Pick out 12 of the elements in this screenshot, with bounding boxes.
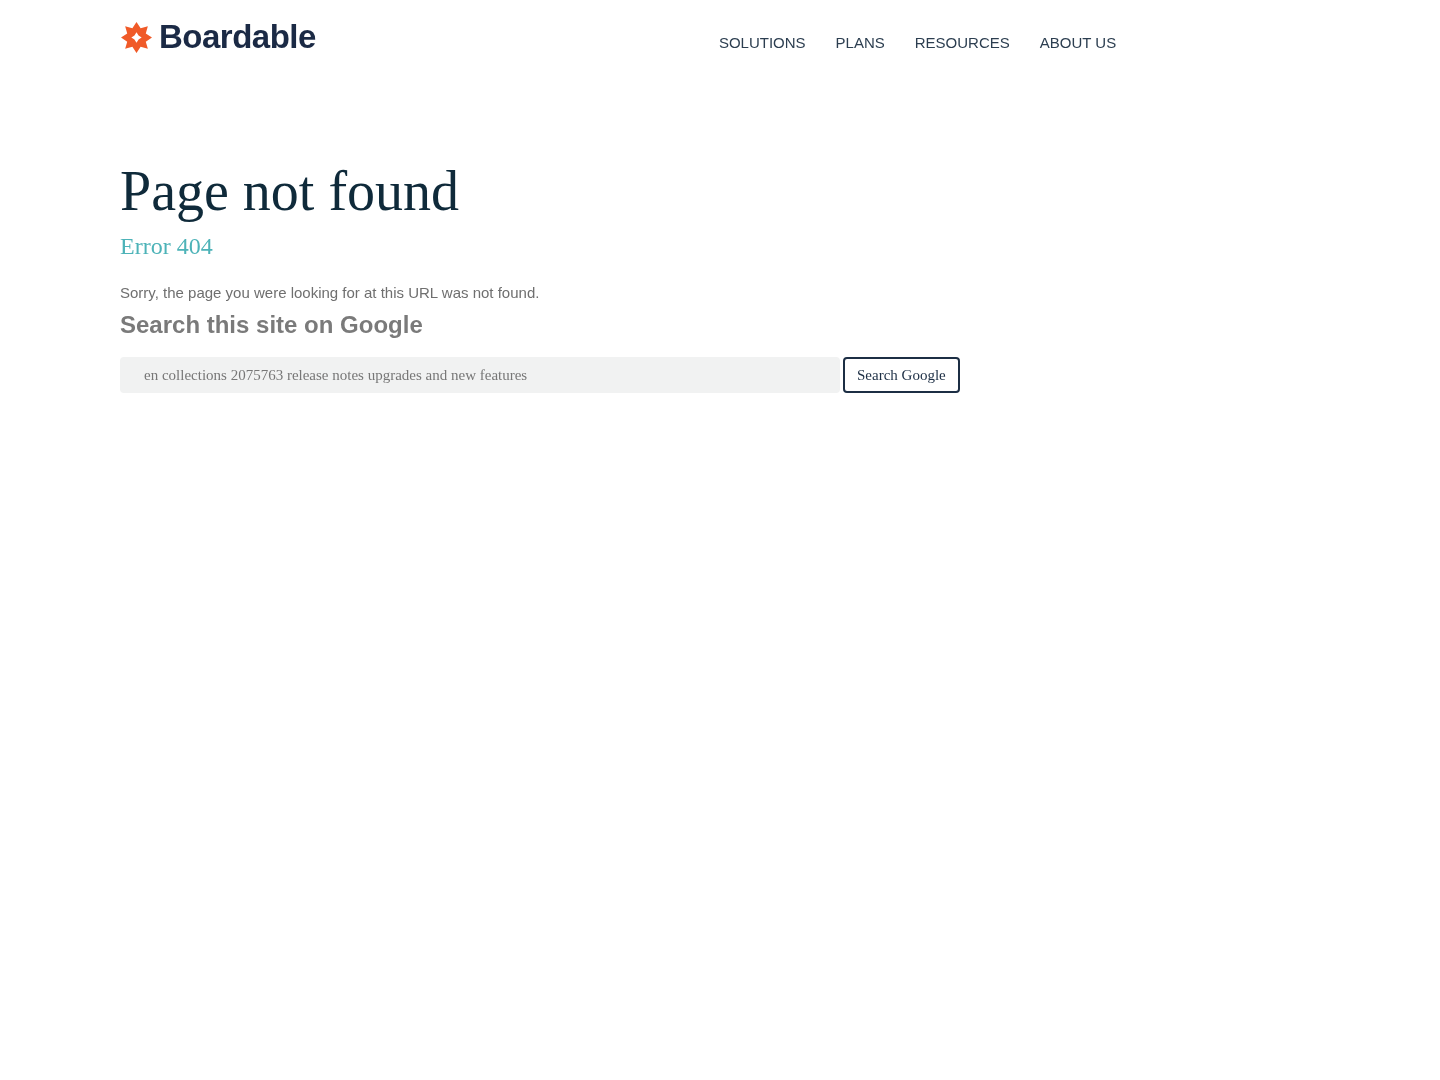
nav-link[interactable]: RESOURCES: [914, 34, 1010, 51]
search-heading: Search this site on Google: [120, 311, 424, 339]
nav-link[interactable]: SOLUTIONS: [718, 34, 806, 51]
search-field[interactable]: en collections 2075763 release notes upgrades and new features: [120, 357, 840, 393]
error-message: Sorry, the page you were looking for at this URL was not found.: [120, 284, 541, 301]
nav-link[interactable]: ABOUT US: [1039, 34, 1117, 51]
page-title: Page not found: [120, 159, 461, 223]
error-code: Error 404: [120, 233, 214, 260]
logo-icon: [120, 20, 153, 54]
search-google-button[interactable]: Search Google: [843, 357, 960, 393]
nav-link[interactable]: PLANS: [835, 34, 885, 51]
logo-wordmark[interactable]: Boardable: [159, 18, 316, 56]
